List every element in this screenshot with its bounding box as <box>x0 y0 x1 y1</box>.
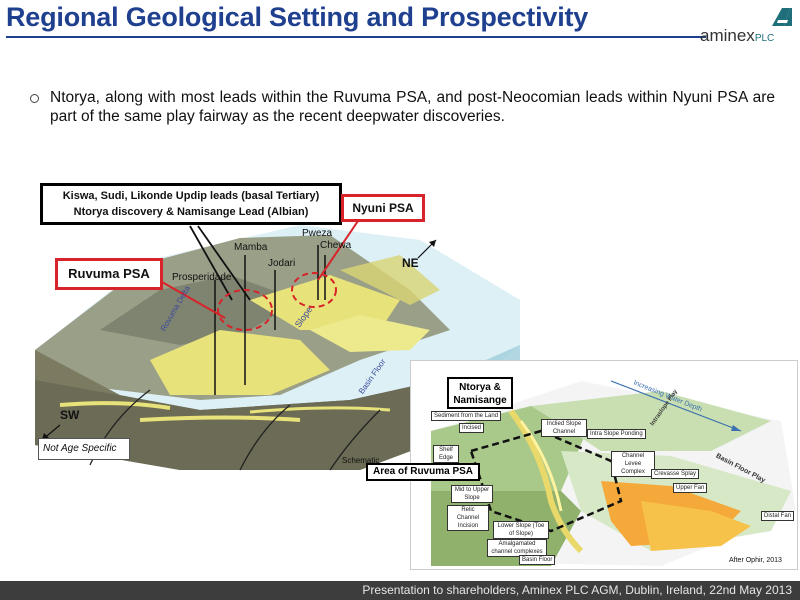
inset-label-sediment: Sediment from the Land <box>431 411 502 421</box>
callout-leads-line1: Kiswa, Sudi, Likonde Updip leads (basal … <box>62 190 320 202</box>
callout-leads-line2: Ntorya discovery & Namisange Lead (Albia… <box>73 206 309 218</box>
inset-label-lower-slope: Lower Slope (Toe of Slope) <box>493 521 549 539</box>
well-label-mamba: Mamba <box>234 242 268 253</box>
well-label-prosperidade: Prosperidade <box>172 272 232 283</box>
inset-label-shelf-edge: Shelf Edge <box>433 445 459 463</box>
well-label-jodari: Jodari <box>268 258 296 269</box>
inset-label-incised: Incised <box>459 423 485 433</box>
footer-bar: Presentation to shareholders, Aminex PLC… <box>0 581 800 600</box>
callout-ntorya-line2: Namisange <box>453 395 507 406</box>
callout-nyuni-psa: Nyuni PSA <box>341 194 425 222</box>
not-age-specific-label: Not Age Specific <box>38 438 130 460</box>
inset-label-distal-fan: Distal Fan <box>761 511 795 521</box>
well-label-chewa: Chewa <box>320 240 352 251</box>
inset-label-channel-levee: Channel Levee Complex <box>611 451 655 477</box>
callout-area-ruvuma: Area of Ruvuma PSA <box>366 463 480 481</box>
direction-ne: NE <box>402 256 419 270</box>
callout-ntorya-line1: Ntorya & <box>459 382 501 393</box>
well-label-pweza: Pweza <box>302 228 333 239</box>
inset-credit: After Ophir, 2013 <box>729 557 782 564</box>
inset-label-crevasse-splay: Crevasse Splay <box>651 469 700 479</box>
inset-label-inclied-slope-channel: Inclied Slope Channel <box>541 419 587 437</box>
direction-sw: SW <box>60 408 80 422</box>
callout-ntorya-namisange: Ntorya & Namisange <box>447 377 513 409</box>
inset-label-upper-fan: Upper Fan <box>673 483 708 493</box>
callout-leads: Kiswa, Sudi, Likonde Updip leads (basal … <box>40 183 342 225</box>
inset-label-basin-floor: Basin Floor <box>519 555 556 565</box>
inset-label-mid-upper-slope: Mid to Upper Slope <box>451 485 493 503</box>
footer-text: Presentation to shareholders, Aminex PLC… <box>362 583 792 597</box>
callout-ruvuma-psa: Ruvuma PSA <box>55 258 163 290</box>
inset-label-relic-channel: Relic Channel Incision <box>447 505 489 531</box>
inset-label-intra-slope-ponding: Intra Slope Ponding <box>587 429 646 439</box>
